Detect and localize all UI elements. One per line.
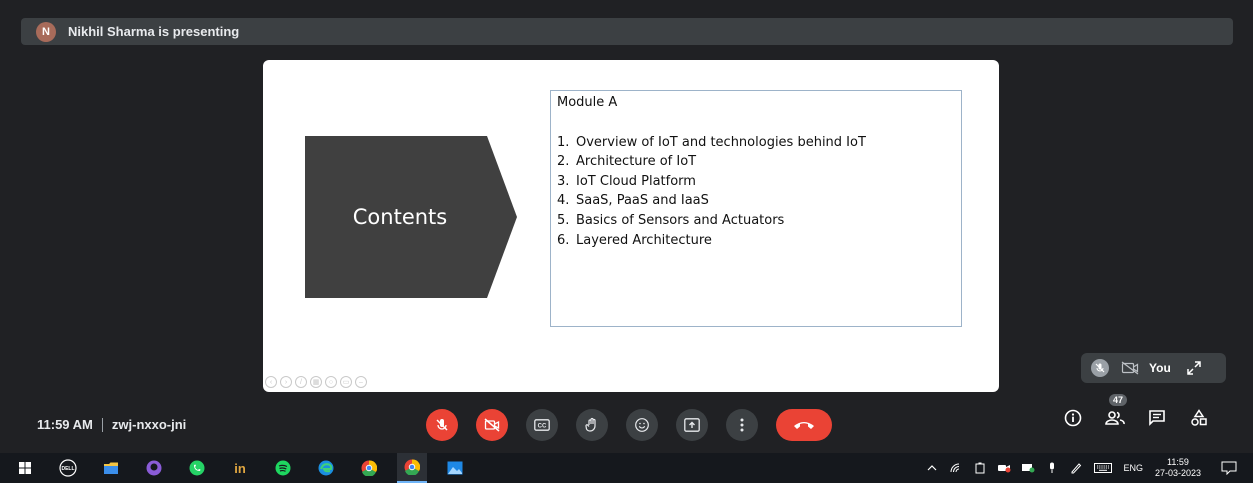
camera-off-icon — [1121, 361, 1139, 375]
participant-count-badge: 47 — [1109, 394, 1128, 406]
module-title: Module A — [557, 95, 618, 110]
list-item: 4. SaaS, PaaS and IaaS — [557, 193, 709, 209]
taskbar-app-edge[interactable] — [311, 453, 341, 483]
clock-date: 27-03-2023 — [1154, 468, 1201, 478]
pen-icon[interactable] — [1069, 461, 1083, 475]
battery-icon[interactable] — [973, 461, 987, 475]
edge-icon — [318, 460, 334, 476]
self-view-tile[interactable]: You — [1081, 353, 1226, 383]
list-item: 3. IoT Cloud Platform — [557, 173, 696, 189]
activities-button[interactable] — [1188, 407, 1210, 429]
chrome-icon — [361, 460, 377, 476]
chat-button[interactable] — [1146, 407, 1168, 429]
taskbar-app-in[interactable]: in — [225, 453, 255, 483]
taskbar-app-github[interactable] — [139, 453, 169, 483]
list-item: 2. Architecture of IoT — [557, 154, 697, 170]
shapes-icon — [1191, 409, 1207, 426]
captions-button[interactable]: CC — [526, 409, 558, 441]
people-icon — [1105, 411, 1125, 425]
camera-off-icon — [484, 418, 500, 432]
camera-toggle-button[interactable] — [476, 409, 508, 441]
dell-icon: DELL — [59, 459, 77, 477]
taskbar-app-chrome-active[interactable] — [397, 453, 427, 483]
emoji-icon — [635, 418, 649, 432]
svg-text:DELL: DELL — [61, 466, 74, 472]
zoom-icon[interactable]: ○ — [325, 376, 337, 388]
mic-off-icon — [436, 419, 448, 431]
next-slide-icon[interactable]: › — [280, 376, 292, 388]
more-vert-icon — [740, 418, 744, 432]
subtitles-icon[interactable]: ▭ — [340, 376, 352, 388]
presenter-banner-text: Nikhil Sharma is presenting — [68, 24, 240, 39]
info-icon — [1064, 409, 1082, 427]
svg-text:in: in — [234, 461, 246, 475]
input-language[interactable]: ENG — [1123, 463, 1143, 473]
slides-grid-icon[interactable]: ▦ — [310, 376, 322, 388]
spotify-icon — [275, 460, 291, 476]
notifications-icon[interactable] — [1221, 461, 1237, 475]
chevron-up-icon[interactable] — [925, 461, 939, 475]
start-button[interactable] — [10, 453, 40, 483]
side-panel-controls: 47 — [1062, 394, 1210, 429]
reactions-button[interactable] — [626, 409, 658, 441]
raise-hand-button[interactable] — [576, 409, 608, 441]
app-in-icon: in — [234, 461, 246, 475]
hand-icon — [585, 417, 596, 432]
contents-label: Contents — [352, 205, 448, 229]
more-options-button[interactable] — [726, 409, 758, 441]
taskbar: DELL in ENG 11:59 27-03-2023 — [0, 453, 1253, 483]
photos-icon — [447, 461, 463, 475]
chrome-icon — [404, 459, 420, 475]
expand-icon[interactable] — [1187, 361, 1201, 375]
clock-time: 11:59 — [1167, 457, 1189, 467]
chat-icon — [1149, 410, 1165, 426]
taskbar-app-photos[interactable] — [440, 453, 470, 483]
taskbar-clock[interactable]: 11:59 27-03-2023 — [1155, 457, 1201, 479]
mic-toggle-button[interactable] — [426, 409, 458, 441]
meeting-time: 11:59 AM — [37, 417, 93, 432]
call-controls: CC — [426, 409, 832, 441]
system-tray: ENG 11:59 27-03-2023 — [925, 453, 1253, 483]
presenter-banner: N Nikhil Sharma is presenting — [21, 18, 1233, 45]
microphone-tray-icon[interactable] — [1045, 461, 1059, 475]
mic-off-icon — [1091, 359, 1109, 377]
presenter-avatar: N — [36, 21, 56, 42]
folder-icon — [104, 462, 118, 474]
taskbar-app-chrome[interactable] — [354, 453, 384, 483]
pen-icon[interactable]: / — [295, 376, 307, 388]
list-item: 6. Layered Architecture — [557, 232, 712, 248]
meeting-details-button[interactable] — [1062, 407, 1084, 429]
people-button[interactable]: 47 — [1104, 394, 1128, 429]
divider — [101, 417, 103, 432]
self-view-name: You — [1149, 361, 1171, 375]
present-icon — [684, 418, 700, 432]
previous-slide-icon[interactable]: ‹ — [265, 376, 277, 388]
meeting-details: 11:59 AM zwj-nxxo-jni — [37, 417, 186, 432]
more-options-icon[interactable]: – — [355, 376, 367, 388]
present-screen-button[interactable] — [676, 409, 708, 441]
presentation-slide: Contents Module A 1. Overview of IoT and … — [263, 60, 999, 392]
list-item: 1. Overview of IoT and technologies behin… — [557, 134, 866, 150]
taskbar-app-file-explorer[interactable] — [96, 453, 126, 483]
module-textbox: Module A 1. Overview of IoT and technolog… — [550, 90, 962, 327]
meeting-code: zwj-nxxo-jni — [111, 417, 187, 432]
whatsapp-icon — [189, 460, 205, 476]
end-call-button[interactable] — [776, 409, 832, 441]
slideshow-controls: ‹ › / ▦ ○ ▭ – — [265, 376, 367, 388]
screen-share-tray-icon[interactable] — [1021, 461, 1035, 475]
svg-text:CC: CC — [538, 424, 547, 430]
taskbar-app-whatsapp[interactable] — [182, 453, 212, 483]
github-icon — [146, 460, 162, 476]
meet-camera-tray-icon[interactable] — [997, 461, 1011, 475]
end-call-icon — [794, 422, 814, 429]
taskbar-app-dell[interactable]: DELL — [53, 453, 83, 483]
module-topic-list: 1. Overview of IoT and technologies behin… — [557, 133, 955, 251]
list-item: 5. Basics of Sensors and Actuators — [557, 212, 785, 228]
wifi-icon[interactable] — [949, 461, 963, 475]
closed-captions-icon: CC — [534, 419, 550, 431]
keyboard-icon[interactable] — [1093, 461, 1113, 475]
windows-icon — [19, 462, 31, 474]
taskbar-app-spotify[interactable] — [268, 453, 298, 483]
